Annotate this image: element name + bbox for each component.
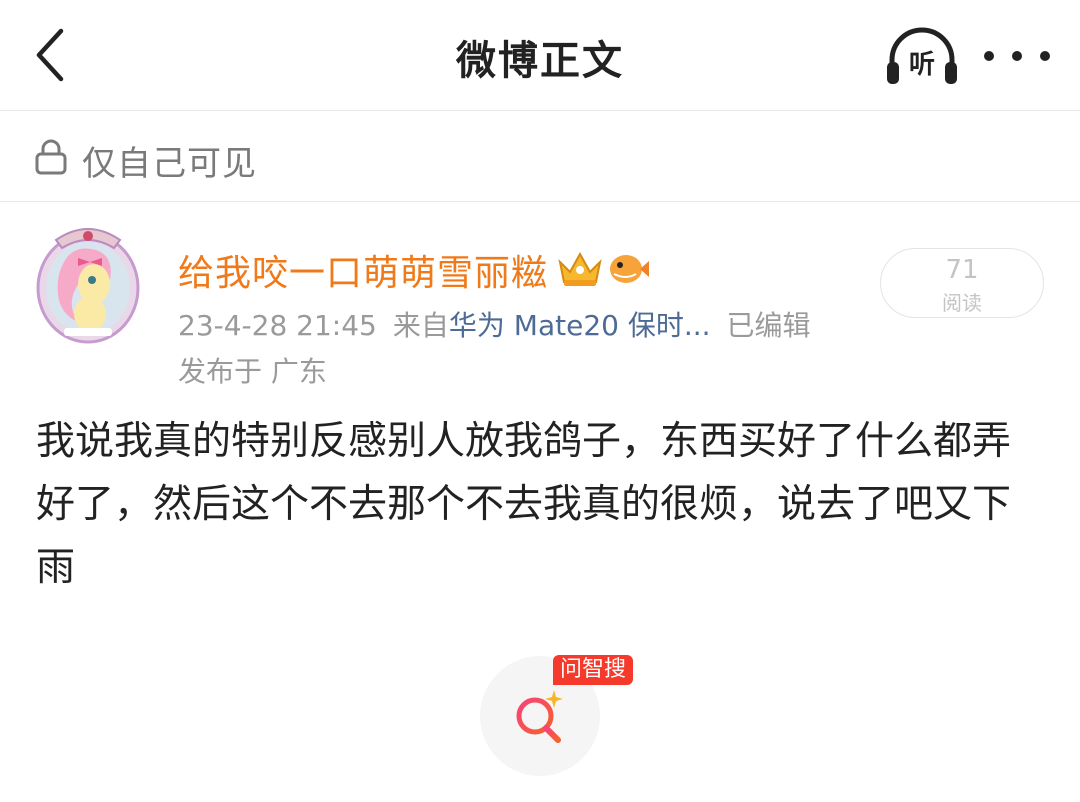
listen-button[interactable]: 听 <box>884 24 960 88</box>
read-label: 阅读 <box>942 291 982 315</box>
visibility-label: 仅自己可见 <box>82 144 257 184</box>
more-dot <box>984 51 994 61</box>
lock-icon <box>35 139 67 175</box>
more-dot <box>1012 51 1022 61</box>
username[interactable]: 给我咬一口萌萌雪丽糍 <box>178 244 548 296</box>
ai-search-tag: 问智搜 <box>553 655 634 685</box>
source-device-link[interactable]: 华为 Mate20 保时... <box>449 309 711 342</box>
read-count: 71 <box>945 255 979 285</box>
edited-label[interactable]: 已编辑 <box>727 309 811 342</box>
top-bar: 微博正文 听 <box>0 0 1080 111</box>
post-meta: 23-4-28 21:45 来自华为 Mate20 保时... 已编辑 <box>178 304 811 344</box>
source-prefix: 来自 <box>392 309 449 342</box>
more-dot <box>1040 51 1050 61</box>
crown-badge-icon <box>558 251 602 286</box>
post-content: 我说我真的特别反感别人放我鸽子，东西买好了什么都弄好了，然后这个不去那个不去我真… <box>36 419 1012 590</box>
listen-label: 听 <box>908 50 935 80</box>
pufferfish-badge-icon <box>610 255 649 283</box>
user-avatar[interactable] <box>34 222 142 344</box>
weibo-post-page: 微博正文 听 仅自己可见 给我咬一口萌萌雪丽糍 23-4-28 21:45 来自… <box>0 0 1080 802</box>
post-location: 发布于 广东 <box>178 355 327 388</box>
read-count-badge: 71 阅读 <box>880 248 1044 318</box>
post-timestamp: 23-4-28 21:45 <box>178 309 377 342</box>
ai-search-icon <box>516 690 563 743</box>
more-options-button[interactable] <box>984 36 1050 76</box>
